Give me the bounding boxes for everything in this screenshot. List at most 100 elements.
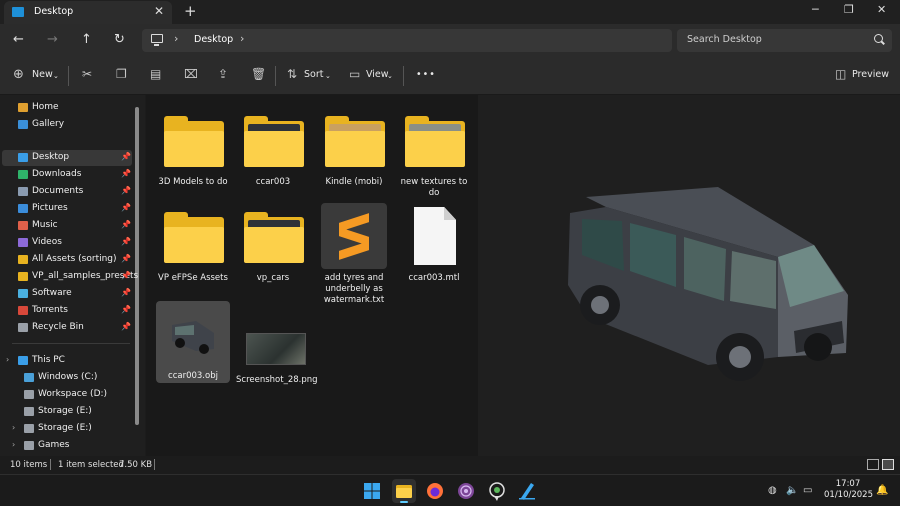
folder-icon <box>164 212 224 263</box>
pen-app-taskbar-button[interactable] <box>515 479 539 503</box>
tab-close-button[interactable]: ✕ <box>154 4 164 18</box>
folder-icon <box>244 212 304 263</box>
sidebar-item-gallery[interactable]: Gallery <box>2 117 132 133</box>
file-item-ccar003-obj[interactable]: ccar003.obj <box>156 301 230 383</box>
clock[interactable]: 17:07 01/10/2025 <box>824 479 873 501</box>
chat-app-taskbar-button[interactable] <box>485 479 509 503</box>
file-name: VP eFPSe Assets <box>158 273 228 283</box>
new-tab-button[interactable]: + <box>184 2 197 20</box>
file-item-ccar003[interactable]: ccar003 <box>236 105 310 195</box>
search-input[interactable]: Search Desktop <box>677 29 892 52</box>
file-explorer-taskbar-button[interactable] <box>392 479 416 503</box>
view-button[interactable]: View <box>366 69 389 80</box>
sidebar-item-music[interactable]: Music 📌 <box>2 218 132 234</box>
tab-desktop[interactable]: Desktop ✕ <box>4 1 172 24</box>
sidebar-item-home[interactable]: Home <box>2 100 132 116</box>
file-name: Kindle (mobi) <box>325 177 383 187</box>
file-item-new-textures-to-do[interactable]: new textures to do <box>397 105 471 198</box>
sidebar-item-this-pc[interactable]: › This PC <box>2 353 132 369</box>
globe-icon[interactable]: ◍ <box>768 485 777 496</box>
file-item-vp-efpse-assets[interactable]: VP eFPSe Assets <box>156 201 230 291</box>
sidebar-item-software[interactable]: Software 📌 <box>2 286 132 302</box>
folder-icon <box>325 116 385 167</box>
sidebar-item-games[interactable]: › Games <box>2 438 132 454</box>
file-item-3d-models-to-do[interactable]: 3D Models to do <box>156 105 230 195</box>
new-button[interactable]: New <box>32 69 53 80</box>
refresh-button[interactable]: ↻ <box>114 32 125 47</box>
this-pc-icon <box>151 34 163 46</box>
chevron-down-icon: ⌄ <box>325 72 331 80</box>
minimize-button[interactable]: ─ <box>812 3 819 16</box>
sort-button[interactable]: Sort <box>304 69 323 80</box>
sidebar-item-downloads[interactable]: Downloads 📌 <box>2 167 132 183</box>
preview-button[interactable]: Preview <box>852 69 889 80</box>
tab-title: Desktop <box>34 6 74 17</box>
speaker-muted-icon[interactable]: 🔈 <box>786 485 798 496</box>
tiles-view-toggle[interactable] <box>882 459 894 470</box>
sidebar-item-videos[interactable]: Videos 📌 <box>2 235 132 251</box>
rename-icon[interactable]: ⌧ <box>184 67 198 81</box>
battery-icon[interactable]: ▭ <box>803 485 812 496</box>
image-thumbnail <box>246 333 306 365</box>
drive-icon <box>24 424 34 433</box>
sidebar-item-storage-e[interactable]: Storage (E:) <box>2 404 132 420</box>
address-bar[interactable]: › Desktop › <box>142 29 672 52</box>
clock-time: 17:07 <box>835 479 861 489</box>
sidebar-scrollbar[interactable] <box>135 107 139 425</box>
chevron-right-icon[interactable]: › <box>6 355 9 364</box>
status-bar: 10 items 1 item selected 7.50 KB <box>0 456 900 474</box>
file-item-add-tyres-and-underbelly-as-watermark-txt[interactable]: add tyres and underbelly as watermark.tx… <box>317 201 391 305</box>
sidebar-item-recycle-bin[interactable]: Recycle Bin 📌 <box>2 320 132 336</box>
file-item-kindle-mobi[interactable]: Kindle (mobi) <box>317 105 391 195</box>
van-front-window <box>730 251 776 309</box>
copy-icon[interactable]: ❐ <box>116 67 127 81</box>
sidebar-item-label: Recycle Bin <box>32 322 84 332</box>
documents-icon <box>18 187 28 196</box>
divider <box>68 66 69 86</box>
sidebar-item-storage-e[interactable]: › Storage (E:) <box>2 421 132 437</box>
sidebar-item-torrents[interactable]: Torrents 📌 <box>2 303 132 319</box>
file-item-ccar003-mtl[interactable]: ccar003.mtl <box>397 201 471 291</box>
chevron-right-icon[interactable]: › <box>240 32 244 45</box>
selection-size: 7.50 KB <box>119 460 153 470</box>
item-count: 10 items <box>10 460 48 470</box>
paste-icon[interactable]: ▤ <box>150 67 161 81</box>
start-button[interactable] <box>360 479 384 503</box>
back-button[interactable]: ← <box>13 32 24 47</box>
sidebar-item-label: All Assets (sorting) <box>32 254 117 264</box>
file-item-screenshot-28-png[interactable]: Screenshot_28.png <box>236 303 318 393</box>
close-button[interactable]: ✕ <box>877 3 886 16</box>
sidebar-item-workspace-d[interactable]: Workspace (D:) <box>2 387 132 403</box>
sidebar-item-label: Gallery <box>32 119 65 129</box>
drive-icon <box>24 441 34 450</box>
firefox-taskbar-button[interactable] <box>423 479 447 503</box>
breadcrumb-desktop[interactable]: Desktop <box>194 34 233 45</box>
forward-button[interactable]: → <box>47 32 58 47</box>
sidebar-item-label: Home <box>32 102 59 112</box>
sidebar-item-label: Documents <box>32 186 84 196</box>
scissors-icon[interactable]: ✂ <box>82 67 92 81</box>
details-view-toggle[interactable] <box>867 459 879 470</box>
title-bar: Desktop ✕ + ─ ❐ ✕ <box>0 0 900 24</box>
file-item-vp-cars[interactable]: vp_cars <box>236 201 310 291</box>
sidebar-item-all-assets-sorting[interactable]: All Assets (sorting) 📌 <box>2 252 132 268</box>
more-options-button[interactable]: ••• <box>416 69 436 80</box>
sidebar-item-documents[interactable]: Documents 📌 <box>2 184 132 200</box>
chevron-right-icon[interactable]: › <box>12 440 15 449</box>
view-icon: ▭ <box>349 67 361 81</box>
folder-icon <box>18 255 28 264</box>
sidebar-item-desktop[interactable]: Desktop 📌 <box>2 150 132 166</box>
tor-browser-taskbar-button[interactable] <box>454 479 478 503</box>
plus-circle-icon: ⊕ <box>13 67 24 82</box>
clock-date: 01/10/2025 <box>824 490 873 500</box>
up-button[interactable]: ↑ <box>81 32 92 47</box>
maximize-button[interactable]: ❐ <box>844 3 854 16</box>
delete-icon[interactable]: 🗑 <box>251 67 266 81</box>
notification-bell-icon[interactable]: 🔔 <box>876 485 888 496</box>
sidebar-item-windows-c[interactable]: Windows (C:) <box>2 370 132 386</box>
sidebar-item-vp-all-samples-presets[interactable]: VP_all_samples_presets 📌 <box>2 269 138 285</box>
share-icon[interactable]: ⇪ <box>218 67 228 81</box>
chevron-right-icon[interactable]: › <box>12 423 15 432</box>
sidebar-item-pictures[interactable]: Pictures 📌 <box>2 201 132 217</box>
sidebar-item-label: Workspace (D:) <box>38 389 108 399</box>
